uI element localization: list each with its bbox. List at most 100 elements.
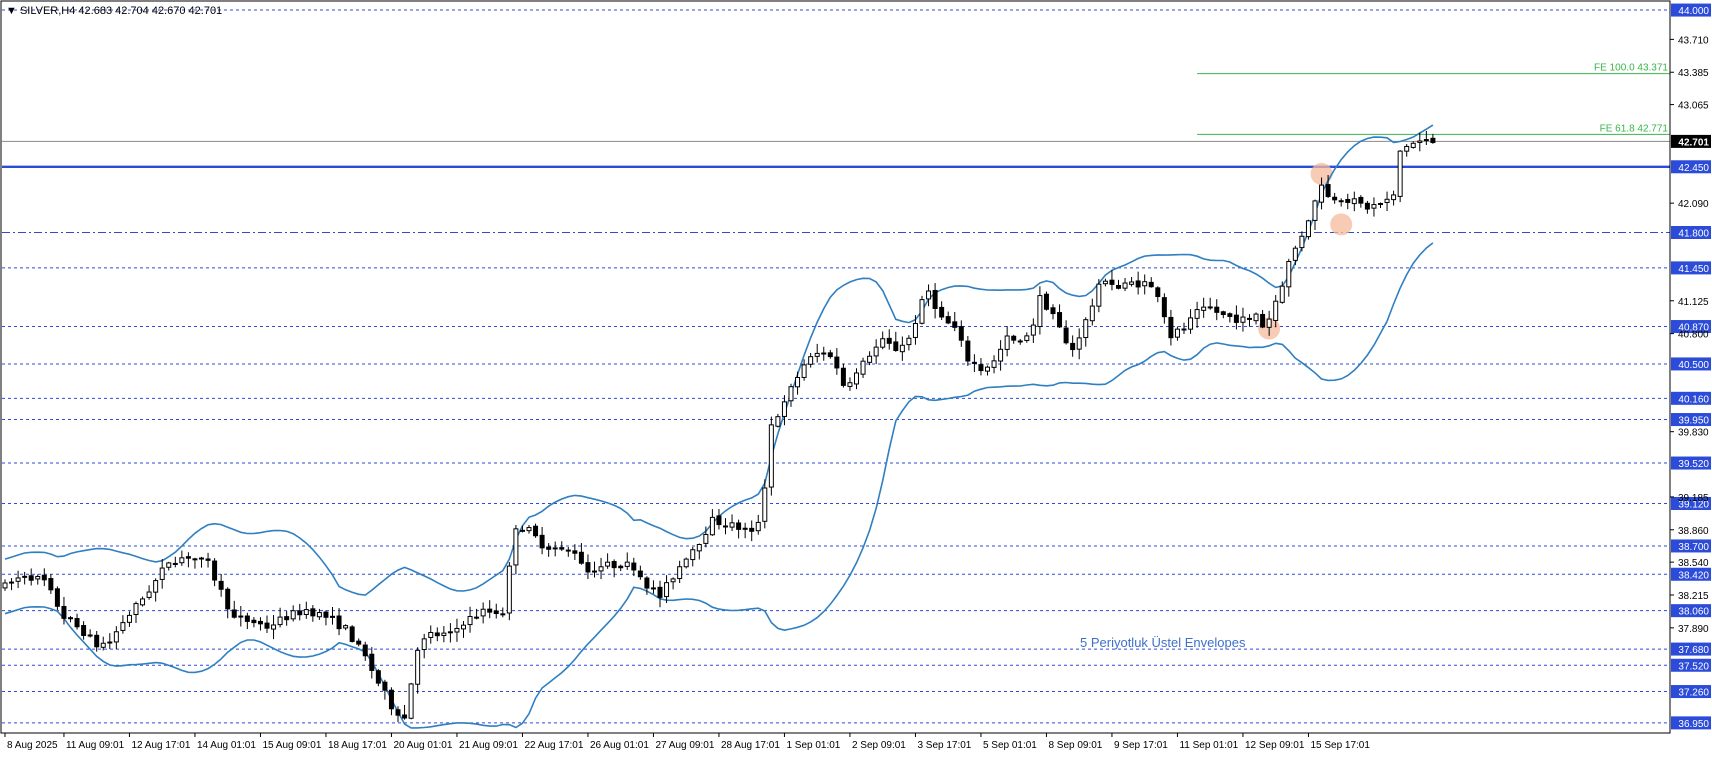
candle-body-122 (801, 364, 807, 378)
price-tick-label-11: 37.890 (1678, 624, 1709, 635)
price-tick-label-3: 42.090 (1678, 199, 1709, 210)
candle-body-45 (297, 610, 303, 616)
price-tick-label-7: 39.185 (1678, 493, 1709, 504)
price-tick-label-9: 38.540 (1678, 558, 1709, 569)
candle-body-130 (854, 372, 859, 385)
candle-body-124 (814, 352, 820, 357)
candle-body-173 (1135, 280, 1141, 288)
candle-body-63 (415, 649, 421, 685)
time-tick-label-2: 12 Aug 17:01 (131, 740, 190, 751)
price-tick-label-10: 38.215 (1678, 591, 1709, 602)
time-tick-label-15: 5 Sep 01:01 (983, 740, 1037, 751)
candle-body-23 (153, 580, 159, 593)
candle-body-8 (54, 588, 60, 607)
candle-body-180 (1181, 328, 1187, 331)
candle-body-204 (1338, 200, 1344, 203)
level-tag-text-15: 37.260 (1678, 688, 1709, 699)
candle-body-127 (834, 356, 840, 369)
candle-body-125 (821, 352, 827, 355)
candle-body-206 (1351, 198, 1357, 205)
candle-body-71 (467, 615, 473, 626)
candle-body-58 (382, 681, 388, 691)
level-tag-text-14: 37.520 (1678, 661, 1709, 672)
time-tick-label-16: 8 Sep 09:01 (1048, 740, 1102, 751)
candle-body-198 (1299, 235, 1305, 249)
candle-body-110 (723, 525, 728, 528)
candle-body-120 (788, 386, 794, 402)
candle-body-18 (120, 622, 126, 631)
candle-body-22 (146, 591, 152, 598)
candle-body-191 (1253, 313, 1259, 322)
time-tick-label-17: 9 Sep 17:01 (1114, 740, 1168, 751)
price-tick-label-2: 43.065 (1678, 101, 1709, 112)
candle-body-121 (795, 377, 801, 388)
current-price-tag-text: 42.701 (1678, 137, 1709, 148)
candle-body-215 (1410, 142, 1416, 148)
candle-body-34 (225, 588, 231, 610)
candle-body-69 (454, 627, 460, 633)
candle-213 (1397, 150, 1403, 203)
candle-81 (533, 523, 539, 538)
time-tick-label-12: 1 Sep 01:01 (786, 740, 840, 751)
candle-body-211 (1384, 198, 1390, 203)
candle-body-7 (48, 578, 54, 591)
candle-body-65 (428, 631, 434, 638)
candle-body-14 (94, 634, 100, 648)
candle-body-83 (546, 546, 552, 550)
price-tick-label-8: 38.860 (1678, 526, 1709, 537)
level-tag-text-2: 41.800 (1678, 229, 1709, 240)
price-tick-label-1: 43.385 (1678, 68, 1709, 79)
candle-body-157 (1030, 324, 1036, 336)
candle-body-37 (244, 615, 250, 622)
candle-body-205 (1345, 198, 1351, 203)
candle-body-41 (271, 624, 277, 630)
candle-body-217 (1423, 139, 1429, 142)
candle-body-131 (860, 360, 866, 375)
candle-body-108 (709, 516, 715, 536)
candle-body-179 (1174, 328, 1180, 338)
candle-140 (919, 295, 925, 325)
candle-body-156 (1024, 335, 1030, 341)
candle-body-199 (1305, 220, 1311, 238)
candle-body-57 (375, 670, 381, 684)
candle-body-32 (212, 560, 218, 581)
candle-body-67 (441, 632, 447, 636)
candle-body-44 (290, 610, 296, 620)
level-tag-text-12: 38.060 (1678, 607, 1709, 618)
candle-body-15 (100, 642, 106, 648)
candle-body-102 (670, 578, 676, 583)
candle-body-144 (945, 316, 951, 324)
candle-body-85 (559, 547, 565, 550)
candle-body-145 (952, 321, 958, 328)
candle-body-52 (343, 625, 349, 629)
level-tag-text-8: 39.520 (1678, 459, 1709, 470)
level-tag-text-6: 40.160 (1678, 394, 1709, 405)
chart-title: ▼ SILVER,H4 42.683 42.704 42.670 42.701 (6, 5, 222, 17)
candle-body-193 (1266, 318, 1272, 328)
time-tick-label-7: 21 Aug 09:01 (459, 740, 518, 751)
candle-body-159 (1043, 293, 1049, 310)
candle-body-54 (356, 640, 362, 645)
candle-body-207 (1358, 196, 1364, 204)
candle-body-149 (978, 364, 984, 372)
candle-body-112 (736, 522, 742, 530)
level-tag-text-1: 42.450 (1678, 163, 1709, 174)
candle-body-73 (480, 608, 486, 617)
candle-body-87 (572, 550, 578, 554)
candle-body-172 (1129, 281, 1135, 285)
time-tick-label-20: 15 Sep 17:01 (1310, 740, 1370, 751)
candle-body-135 (886, 337, 892, 344)
candle-body-76 (500, 613, 506, 616)
candle-body-98 (644, 577, 650, 589)
candle-8 (54, 586, 60, 611)
candle-104 (683, 557, 689, 569)
candle-body-59 (388, 689, 394, 710)
candle-body-19 (126, 614, 132, 623)
candle-body-141 (926, 290, 932, 300)
candle-body-72 (474, 616, 480, 619)
candle-body-77 (506, 565, 512, 614)
level-tag-text-13: 37.680 (1678, 645, 1709, 656)
candle-body-134 (880, 338, 886, 348)
candlestick-chart[interactable]: FE 100.0 43.371 FE 61.8 42.771 44.000 42.4… (0, 0, 1712, 760)
price-tick-label-0: 43.710 (1678, 35, 1709, 46)
